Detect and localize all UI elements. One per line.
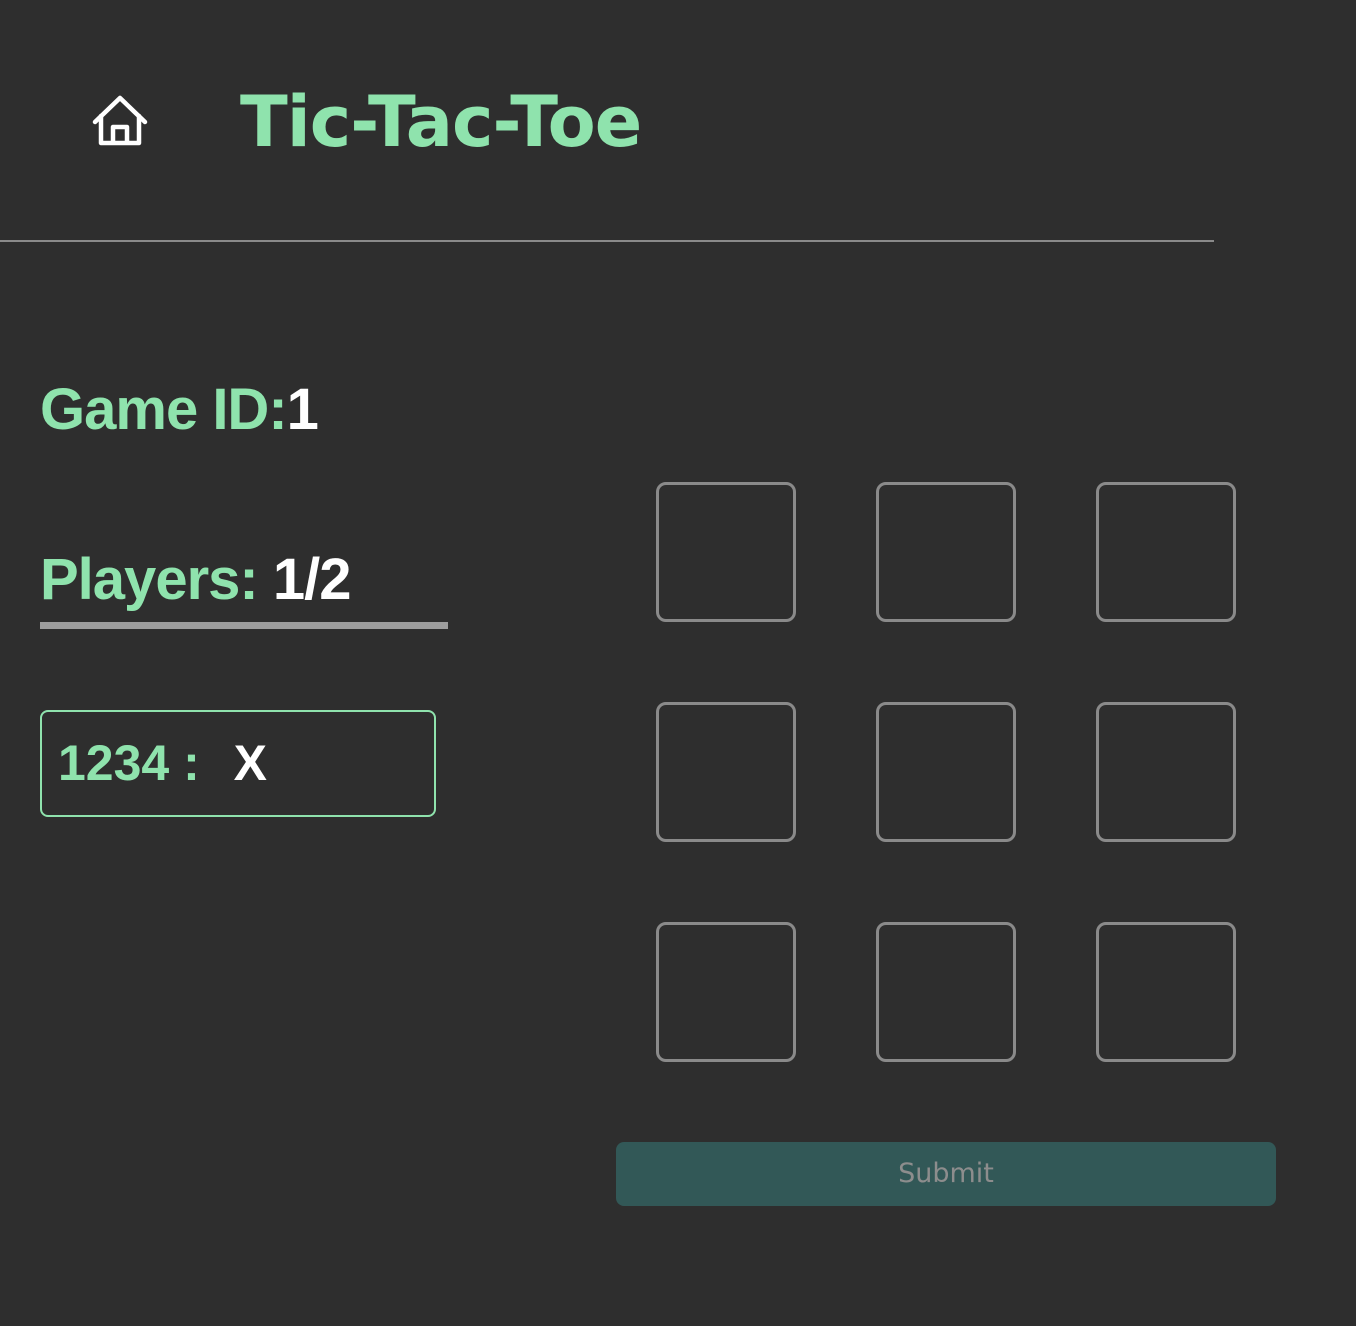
submit-button[interactable]: Submit — [616, 1142, 1276, 1206]
app-title: Tic-Tac-Toe — [240, 81, 642, 163]
player-symbol: X — [233, 735, 268, 791]
game-id: Game ID:1 — [40, 377, 319, 442]
player-separator: : — [169, 735, 214, 791]
home-icon — [92, 95, 148, 146]
players-count-value: 1/2 — [272, 547, 352, 612]
home-button[interactable] — [90, 92, 150, 148]
game-id-label: Game ID: — [40, 377, 288, 442]
player-card: 1234 : X — [40, 710, 436, 817]
board-cell-6[interactable] — [656, 922, 796, 1062]
board-cell-5[interactable] — [1096, 702, 1236, 842]
board-cell-1[interactable] — [876, 482, 1016, 622]
board-cell-7[interactable] — [876, 922, 1016, 1062]
game-id-value: 1 — [286, 377, 319, 442]
header-divider — [0, 240, 1214, 242]
players-underline — [40, 622, 448, 629]
player-id: 1234 — [58, 735, 170, 791]
players-count: Players: 1/2 — [40, 547, 352, 612]
board-cell-0[interactable] — [656, 482, 796, 622]
board-cell-3[interactable] — [656, 702, 796, 842]
players-label: Players: — [40, 547, 273, 612]
board-cell-4[interactable] — [876, 702, 1016, 842]
board-cell-2[interactable] — [1096, 482, 1236, 622]
board-cell-8[interactable] — [1096, 922, 1236, 1062]
